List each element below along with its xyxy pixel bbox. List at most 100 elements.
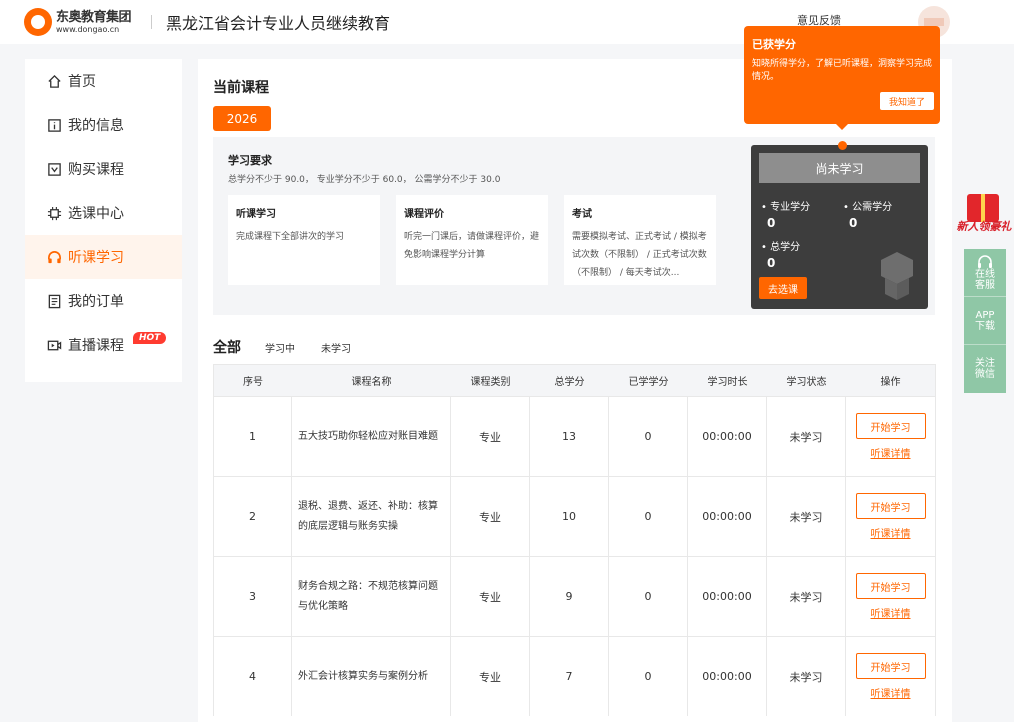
col-header: 总学分 xyxy=(554,377,585,388)
cell-actions: 开始学习 听课详情 xyxy=(846,397,935,476)
cell-course-name: 财务合规之路：不规范核算问题与优化策略 xyxy=(292,557,451,636)
start-study-button[interactable]: 开始学习 xyxy=(855,573,926,599)
study-detail-link[interactable]: 听课详情 xyxy=(871,525,911,540)
cart-icon xyxy=(46,161,62,177)
study-detail-link[interactable]: 听课详情 xyxy=(871,685,911,700)
cell-type: 专业 xyxy=(451,477,530,556)
public-credit-value: 0 xyxy=(849,216,858,230)
cell-status: 未学习 xyxy=(767,637,846,716)
req-card-review: 课程评价 听完一门课后，请做课程评价，避免影响课程学分计算 xyxy=(396,195,548,285)
cell-no: 2 xyxy=(214,477,292,556)
col-header: 课程类别 xyxy=(470,377,511,388)
cell-status: 未学习 xyxy=(767,557,846,636)
sidebar-nav: 首页 我的信息 购买课程 选课中心 听课学习 我的订单 直播课程 HOT xyxy=(25,59,182,382)
credit-status-card: 尚未学习 • 专业学分 0 • 公需学分 0 • 总学分 0 去选课 xyxy=(751,145,928,309)
main-panel: 当前课程 2026 学习要求 总学分不少于 90.0， 专业学分不少于 60.0… xyxy=(198,59,952,722)
start-study-button[interactable]: 开始学习 xyxy=(855,493,926,519)
cell-status: 未学习 xyxy=(767,397,846,476)
cell-course-name: 五大技巧助你轻松应对账目难题 xyxy=(292,397,451,476)
cube-decoration-icon xyxy=(881,252,913,300)
tab-studying[interactable]: 学习中 xyxy=(265,340,295,355)
year-tab-2026[interactable]: 2026 xyxy=(213,106,271,131)
req-card-exam: 考试 需要模拟考试、正式考试 / 模拟考试次数（不限制） / 正式考试次数（不限… xyxy=(564,195,716,285)
tab-all[interactable]: 全部 xyxy=(213,337,241,357)
study-detail-link[interactable]: 听课详情 xyxy=(871,605,911,620)
sidebar-item-course-center[interactable]: 选课中心 xyxy=(25,191,182,235)
cell-no: 3 xyxy=(214,557,292,636)
cell-actions: 开始学习 听课详情 xyxy=(846,637,935,716)
live-icon xyxy=(46,337,62,353)
sidebar-item-home[interactable]: 首页 xyxy=(25,59,182,103)
cell-duration: 00:00:00 xyxy=(688,637,767,716)
major-credit-value: 0 xyxy=(767,216,776,230)
table-header: 序号 课程名称 课程类别 总学分 已学学分 学习时长 学习状态 操作 xyxy=(214,365,935,396)
logo-mark-icon xyxy=(24,8,52,36)
float-item-label: 关注微信 xyxy=(975,358,995,380)
col-header: 学习状态 xyxy=(786,377,827,388)
new-user-gift[interactable]: 新人领豪礼 xyxy=(955,192,1013,240)
sidebar-item-my-orders[interactable]: 我的订单 xyxy=(25,279,182,323)
headset-icon xyxy=(978,254,992,268)
cell-type: 专业 xyxy=(451,637,530,716)
cell-type: 专业 xyxy=(451,397,530,476)
table-row: 2 退税、退费、返还、补助：核算的底层逻辑与账务实操 专业 10 0 00:00… xyxy=(214,476,935,556)
cell-total-credit: 10 xyxy=(530,477,609,556)
col-header: 序号 xyxy=(243,377,263,388)
col-header: 已学学分 xyxy=(628,377,669,388)
page-title: 当前课程 xyxy=(213,80,269,96)
total-credit-value: 0 xyxy=(767,256,776,270)
online-service-button[interactable]: 在线客服 xyxy=(964,249,1006,297)
cell-earned-credit: 0 xyxy=(609,397,688,476)
status-banner: 尚未学习 xyxy=(759,153,920,183)
sidebar-item-label: 选课中心 xyxy=(68,206,124,222)
public-credit: • 公需学分 0 xyxy=(843,202,893,230)
requirements-desc: 总学分不少于 90.0， 专业学分不少于 60.0， 公需学分不少于 30.0 xyxy=(228,175,501,185)
site-title: 黑龙江省会计专业人员继续教育 xyxy=(166,14,391,33)
order-icon xyxy=(46,293,62,309)
cell-course-name: 退税、退费、返还、补助：核算的底层逻辑与账务实操 xyxy=(292,477,451,556)
status-filter-tabs: 全部 学习中 未学习 xyxy=(213,337,377,357)
req-card-title: 考试 xyxy=(572,209,592,220)
cell-earned-credit: 0 xyxy=(609,637,688,716)
floating-toolbar: 在线客服 APP下载 关注微信 xyxy=(964,249,1006,393)
start-study-button[interactable]: 开始学习 xyxy=(855,413,926,439)
cell-course-name: 外汇会计核算实务与案例分析 xyxy=(292,637,451,716)
table-row: 3 财务合规之路：不规范核算问题与优化策略 专业 9 0 00:00:00 未学… xyxy=(214,556,935,636)
float-item-label: APP下载 xyxy=(975,309,995,332)
req-card-text: 听完一门课后，请做课程评价，避免影响课程学分计算 xyxy=(404,232,540,260)
cell-earned-credit: 0 xyxy=(609,557,688,636)
col-header: 操作 xyxy=(880,377,901,388)
cell-duration: 00:00:00 xyxy=(688,477,767,556)
major-credit: • 专业学分 0 xyxy=(761,202,811,230)
sidebar-item-study[interactable]: 听课学习 xyxy=(25,235,182,279)
tab-not-studied[interactable]: 未学习 xyxy=(321,340,351,355)
logo-url: www.dongao.cn xyxy=(56,24,120,34)
study-detail-link[interactable]: 听课详情 xyxy=(871,445,911,460)
cell-total-credit: 7 xyxy=(530,637,609,716)
cell-no: 4 xyxy=(214,637,292,716)
course-table: 序号 课程名称 课程类别 总学分 已学学分 学习时长 学习状态 操作 1 五大技… xyxy=(213,364,936,716)
chip-icon xyxy=(46,205,62,221)
requirements-panel: 学习要求 总学分不少于 90.0， 专业学分不少于 60.0， 公需学分不少于 … xyxy=(213,137,935,315)
req-card-title: 课程评价 xyxy=(404,209,444,220)
req-card-text: 需要模拟考试、正式考试 / 模拟考试次数（不限制） / 正式考试次数（不限制） … xyxy=(572,232,707,278)
home-icon xyxy=(46,73,62,89)
tooltip-ok-button[interactable]: 我知道了 xyxy=(880,92,934,110)
tooltip-title: 已获学分 xyxy=(752,38,796,51)
sidebar-item-buy-course[interactable]: 购买课程 xyxy=(25,147,182,191)
sidebar-item-label: 购买课程 xyxy=(68,162,124,178)
app-download-button[interactable]: APP下载 xyxy=(964,297,1006,345)
sidebar-item-label: 首页 xyxy=(68,74,96,90)
sidebar-item-live-course[interactable]: 直播课程 HOT xyxy=(25,323,182,367)
req-card-text: 完成课程下全部讲次的学习 xyxy=(236,232,345,242)
select-course-button[interactable]: 去选课 xyxy=(759,277,807,299)
info-icon xyxy=(46,117,62,133)
sidebar-item-label: 听课学习 xyxy=(68,250,124,266)
follow-wechat-button[interactable]: 关注微信 xyxy=(964,345,1006,393)
cell-no: 1 xyxy=(214,397,292,476)
brand-logo[interactable]: 东奥教育集团 www.dongao.cn xyxy=(24,8,132,36)
sidebar-item-my-info[interactable]: 我的信息 xyxy=(25,103,182,147)
start-study-button[interactable]: 开始学习 xyxy=(855,653,926,679)
cell-status: 未学习 xyxy=(767,477,846,556)
requirements-title: 学习要求 xyxy=(228,154,272,167)
